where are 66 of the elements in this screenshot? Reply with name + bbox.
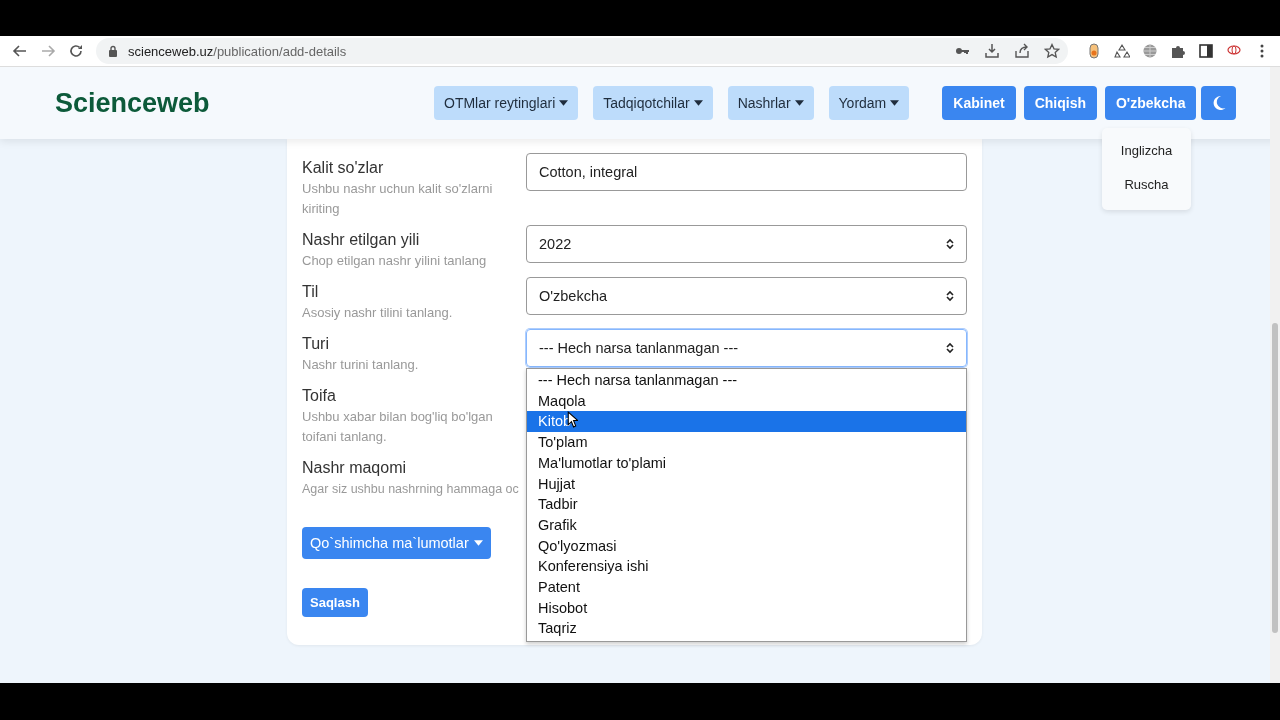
extension-icon[interactable] xyxy=(1086,43,1102,59)
nav-dropdown[interactable]: Yordam xyxy=(828,86,910,120)
theme-button[interactable] xyxy=(1201,86,1237,120)
chevron-icon xyxy=(946,290,954,302)
reload-icon[interactable] xyxy=(68,43,84,59)
caret-icon xyxy=(794,100,804,106)
back-icon[interactable] xyxy=(12,43,28,59)
field-hint: Chop etilgan nashr yilini tanlang xyxy=(302,252,488,270)
field-hint: Agar siz ushbu nashrning hammaga oc xyxy=(302,481,519,498)
header-button[interactable]: Kabinet xyxy=(942,86,1016,120)
language-option[interactable]: Inglizcha xyxy=(1120,134,1173,168)
field-label: Toifa xyxy=(302,386,337,406)
globe-icon[interactable] xyxy=(1142,43,1158,59)
dropdown-option[interactable]: Qo'lyozmasi xyxy=(527,535,966,557)
dropdown-option[interactable]: Ma'lumotlar to'plami xyxy=(527,452,966,474)
dropdown-option[interactable]: Hujjat xyxy=(527,473,966,495)
nav-dropdown[interactable]: Tadqiqotchilar xyxy=(593,86,713,120)
input-field[interactable]: Cotton, integral xyxy=(526,153,967,191)
select-field[interactable]: --- Hech narsa tanlanmagan --- xyxy=(526,329,967,367)
field-hint: Ushbu xabar bilan bog'liq bo'lgan toifani tanlang. xyxy=(302,408,494,446)
dropdown-option[interactable]: Konferensiya ishi xyxy=(527,556,966,578)
select-field[interactable]: 2022 xyxy=(526,225,967,263)
nav-dropdown[interactable]: OTMlar reytinglari xyxy=(434,86,579,120)
field-hint: Asosiy nashr tilini tanlang. xyxy=(302,304,454,322)
share-icon[interactable] xyxy=(1014,43,1030,59)
field-hint: Ushbu nashr uchun kalit so'zlarni kiriting xyxy=(302,180,494,218)
field-hint: Nashr turini tanlang. xyxy=(302,356,420,374)
caret-icon xyxy=(890,100,900,106)
header-button[interactable]: O'zbekcha xyxy=(1105,86,1197,120)
field-label: Nashr maqomi xyxy=(302,458,408,478)
select-field[interactable]: O'zbekcha xyxy=(526,277,967,315)
chevron-icon xyxy=(946,238,954,250)
dropdown-option[interactable]: Maqola xyxy=(527,390,966,412)
dropdown-option[interactable]: Kitob xyxy=(527,411,966,433)
download-icon[interactable] xyxy=(984,43,1000,59)
caret-icon xyxy=(473,540,483,546)
field-label: Nashr etilgan yili xyxy=(302,230,421,250)
moon-icon xyxy=(1211,95,1226,111)
side-panel-icon[interactable] xyxy=(1198,43,1214,59)
language-option[interactable]: Ruscha xyxy=(1124,168,1169,202)
field-label: Kalit so'zlar xyxy=(302,158,385,178)
url-path: /publication/add-details xyxy=(213,43,347,59)
recycle-icon[interactable] xyxy=(1114,43,1130,59)
chevron-icon xyxy=(946,342,954,354)
scrollbar[interactable] xyxy=(1270,67,1280,683)
address-bar[interactable]: scienceweb.uz/publication/add-details xyxy=(96,38,1068,64)
lock-icon xyxy=(108,45,118,57)
logo[interactable]: Scienceweb xyxy=(55,87,434,119)
more-details-button[interactable]: Qo`shimcha ma`lumotlar xyxy=(302,527,491,559)
dropdown-option[interactable]: Tadbir xyxy=(527,494,966,515)
field-label: Turi xyxy=(302,334,330,354)
caret-icon xyxy=(559,100,569,106)
puzzle-icon[interactable] xyxy=(1170,43,1186,59)
dropdown-option[interactable]: Grafik xyxy=(527,514,966,536)
dropdown-option[interactable]: To'plam xyxy=(527,432,966,453)
dropdown-option[interactable]: Taqriz xyxy=(527,618,966,640)
dropdown-option[interactable]: Patent xyxy=(527,577,966,598)
caret-icon xyxy=(693,100,703,106)
dropdown-option[interactable]: --- Hech narsa tanlanmagan --- xyxy=(527,370,966,391)
star-icon[interactable] xyxy=(1044,43,1060,59)
field-label: Til xyxy=(302,282,320,302)
url-host: scienceweb.uz xyxy=(128,43,214,59)
nav-dropdown[interactable]: Nashrlar xyxy=(727,86,814,120)
save-button[interactable]: Saqlash xyxy=(302,588,368,617)
dropdown-option[interactable]: Hisobot xyxy=(527,597,966,619)
header-button[interactable]: Chiqish xyxy=(1023,86,1097,120)
